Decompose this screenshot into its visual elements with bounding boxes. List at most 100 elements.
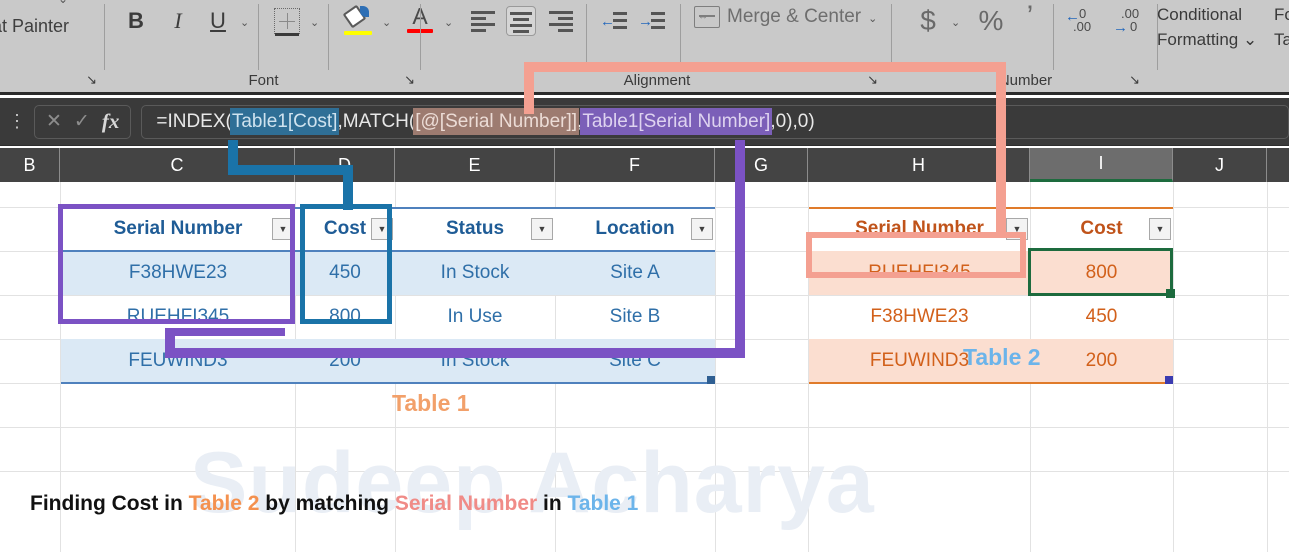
connector-purple-stub	[165, 328, 285, 336]
number-dialog-launcher[interactable]: ↘	[1129, 72, 1140, 88]
column-header-J[interactable]: J	[1173, 148, 1267, 182]
ribbon-group-clipboard: ⌄ ⌄ at Painter ↘	[0, 0, 105, 95]
format-as-table-button-line1[interactable]: For	[1274, 2, 1289, 27]
table1-bottom-border	[61, 382, 715, 384]
formula-token-table1-serial: Table1[Serial Number]	[582, 109, 771, 133]
highlight-box-table1-cost	[300, 204, 392, 324]
merge-chevron-down-icon[interactable]: ⌄	[868, 12, 877, 25]
conditional-formatting-button-line2[interactable]: Formatting ⌄	[1157, 27, 1257, 52]
merge-cells-icon: ↔	[694, 6, 720, 28]
currency-chevron-down-icon[interactable]: ⌄	[951, 16, 960, 29]
column-headers: B C D E F G H I J	[0, 148, 1289, 182]
format-as-table-button-line2[interactable]: Ta	[1274, 27, 1289, 52]
ribbon-group-alignment: ← → ↔ Merge & Center ⌄ Alignment ↘	[422, 0, 892, 95]
caption-part3: in	[537, 492, 568, 515]
ribbon: ⌄ ⌄ at Painter ↘ B I U ⌄ ⌄ ⌄ A ⌄	[0, 0, 1289, 95]
format-painter-button[interactable]: at Painter	[0, 16, 69, 37]
underline-chevron-down-icon[interactable]: ⌄	[240, 16, 249, 29]
paste-chevron-icon[interactable]: ⌄	[58, 0, 68, 6]
alignment-group-label: Alignment	[623, 72, 691, 89]
caption-table1: Table 1	[567, 492, 639, 515]
highlight-box-table2-lookup	[806, 232, 1026, 278]
table2-top-border	[809, 207, 1173, 209]
underline-button[interactable]: U	[204, 6, 232, 36]
formula-bar-action-icons: ✕ ✓ fx	[34, 104, 132, 139]
formula-token-index: =INDEX(	[156, 110, 232, 132]
table1-cell-status-2[interactable]: In Use	[395, 295, 555, 339]
conditional-formatting-button-line1[interactable]: Conditional	[1157, 2, 1242, 27]
bold-button[interactable]: B	[122, 6, 150, 36]
table1-filter-status[interactable]: ▼	[531, 218, 553, 240]
table2-label: Table 2	[963, 344, 1041, 370]
table1-cell-serial-3[interactable]: FEUWIND3	[61, 339, 295, 383]
connector-purple-vertical-right	[735, 140, 745, 358]
caption-part1: Finding Cost in	[30, 492, 189, 515]
table2-filter-cost[interactable]: ▼	[1149, 218, 1171, 240]
table2-cell-cost-3[interactable]: 200	[1030, 339, 1173, 383]
formula-text: =INDEX(Table1[Cost],MATCH([@[Serial Numb…	[156, 109, 815, 133]
ribbon-group-number: $ ⌄ % ’ ← 0 .00 → .00 0 Number ↘	[893, 0, 1158, 95]
font-dialog-launcher[interactable]: ↘	[404, 72, 415, 88]
table1-cell-location-2[interactable]: Site B	[555, 295, 715, 339]
table2-cell-cost-2[interactable]: 450	[1030, 295, 1173, 339]
formula-input[interactable]: =INDEX(Table1[Cost],MATCH([@[Serial Numb…	[141, 104, 1289, 139]
formula-bar: ⋮ ✕ ✓ fx =INDEX(Table1[Cost],MATCH([@[Se…	[0, 98, 1289, 146]
formula-token-table1-cost: Table1[Cost]	[231, 109, 338, 133]
fill-handle[interactable]	[1166, 289, 1175, 298]
table2-cell-serial-2[interactable]: F38HWE23	[809, 295, 1030, 339]
formula-bar-menu-icon[interactable]: ⋮	[8, 111, 26, 132]
separator	[420, 4, 421, 70]
caption-serial-number: Serial Number	[394, 492, 538, 515]
font-group-label: Font	[248, 72, 279, 89]
increase-decimal-icon[interactable]: → .00 0	[1113, 6, 1149, 38]
connector-salmon-vertical-right	[996, 62, 1006, 238]
column-header-G[interactable]: G	[715, 148, 808, 182]
fill-color-chevron-down-icon[interactable]: ⌄	[382, 16, 391, 29]
merge-and-center-button[interactable]: ↔ Merge & Center ⌄	[694, 6, 877, 28]
column-header-F[interactable]: F	[555, 148, 715, 182]
italic-button[interactable]: I	[164, 6, 192, 36]
formula-token-match: ,MATCH(	[337, 110, 416, 132]
decrease-indent-icon[interactable]: ←	[600, 8, 630, 34]
table1-cell-location-1[interactable]: Site A	[555, 251, 715, 295]
table1-cell-location-3[interactable]: Site C	[555, 339, 715, 383]
table1-filter-location[interactable]: ▼	[691, 218, 713, 240]
connector-salmon-horizontal-top	[524, 62, 1006, 72]
merge-and-center-label: Merge & Center	[727, 6, 862, 27]
ribbon-group-styles: Conditional Formatting ⌄ For Ta	[1157, 0, 1289, 95]
column-header-I[interactable]: I	[1030, 148, 1173, 182]
comma-format-button[interactable]: ’	[1019, 0, 1041, 34]
confirm-icon[interactable]: ✓	[74, 110, 90, 133]
separator	[891, 4, 892, 70]
clipboard-dialog-launcher[interactable]: ↘	[86, 72, 97, 88]
table2-resize-handle[interactable]	[1165, 376, 1173, 384]
active-cell-border	[1028, 248, 1173, 296]
connector-purple-horizontal-bottom	[165, 348, 745, 358]
decrease-decimal-icon[interactable]: ← 0 .00	[1065, 6, 1101, 38]
borders-icon[interactable]	[274, 8, 300, 36]
table1-label: Table 1	[392, 390, 470, 416]
column-header-E[interactable]: E	[395, 148, 555, 182]
align-left-icon[interactable]	[468, 8, 498, 34]
caption-part2: by matching	[259, 492, 395, 515]
table1-resize-handle[interactable]	[707, 376, 715, 384]
increase-indent-icon[interactable]: →	[638, 8, 668, 34]
table1-cell-cost-3[interactable]: 200	[295, 339, 395, 383]
currency-format-button[interactable]: $	[915, 4, 941, 38]
ribbon-group-font: B I U ⌄ ⌄ ⌄ A ⌄ Font ↘	[106, 0, 453, 95]
caption: Finding Cost in Table 2 by matching Seri…	[30, 492, 638, 516]
percent-format-button[interactable]: %	[977, 4, 1005, 38]
fill-color-icon[interactable]	[342, 4, 372, 38]
insert-function-icon[interactable]: fx	[102, 109, 120, 134]
align-center-icon[interactable]	[506, 6, 536, 36]
column-header-B[interactable]: B	[0, 148, 60, 182]
number-group-label: Number	[998, 72, 1053, 89]
cancel-icon[interactable]: ✕	[46, 110, 62, 133]
align-right-icon[interactable]	[546, 8, 576, 34]
formula-token-tail: ,0),0)	[770, 110, 815, 132]
borders-chevron-down-icon[interactable]: ⌄	[310, 16, 319, 29]
highlight-box-table1-serial	[58, 204, 295, 324]
table1-cell-status-3[interactable]: In Stock	[395, 339, 555, 383]
table1-cell-status-1[interactable]: In Stock	[395, 251, 555, 295]
alignment-dialog-launcher[interactable]: ↘	[867, 72, 878, 88]
